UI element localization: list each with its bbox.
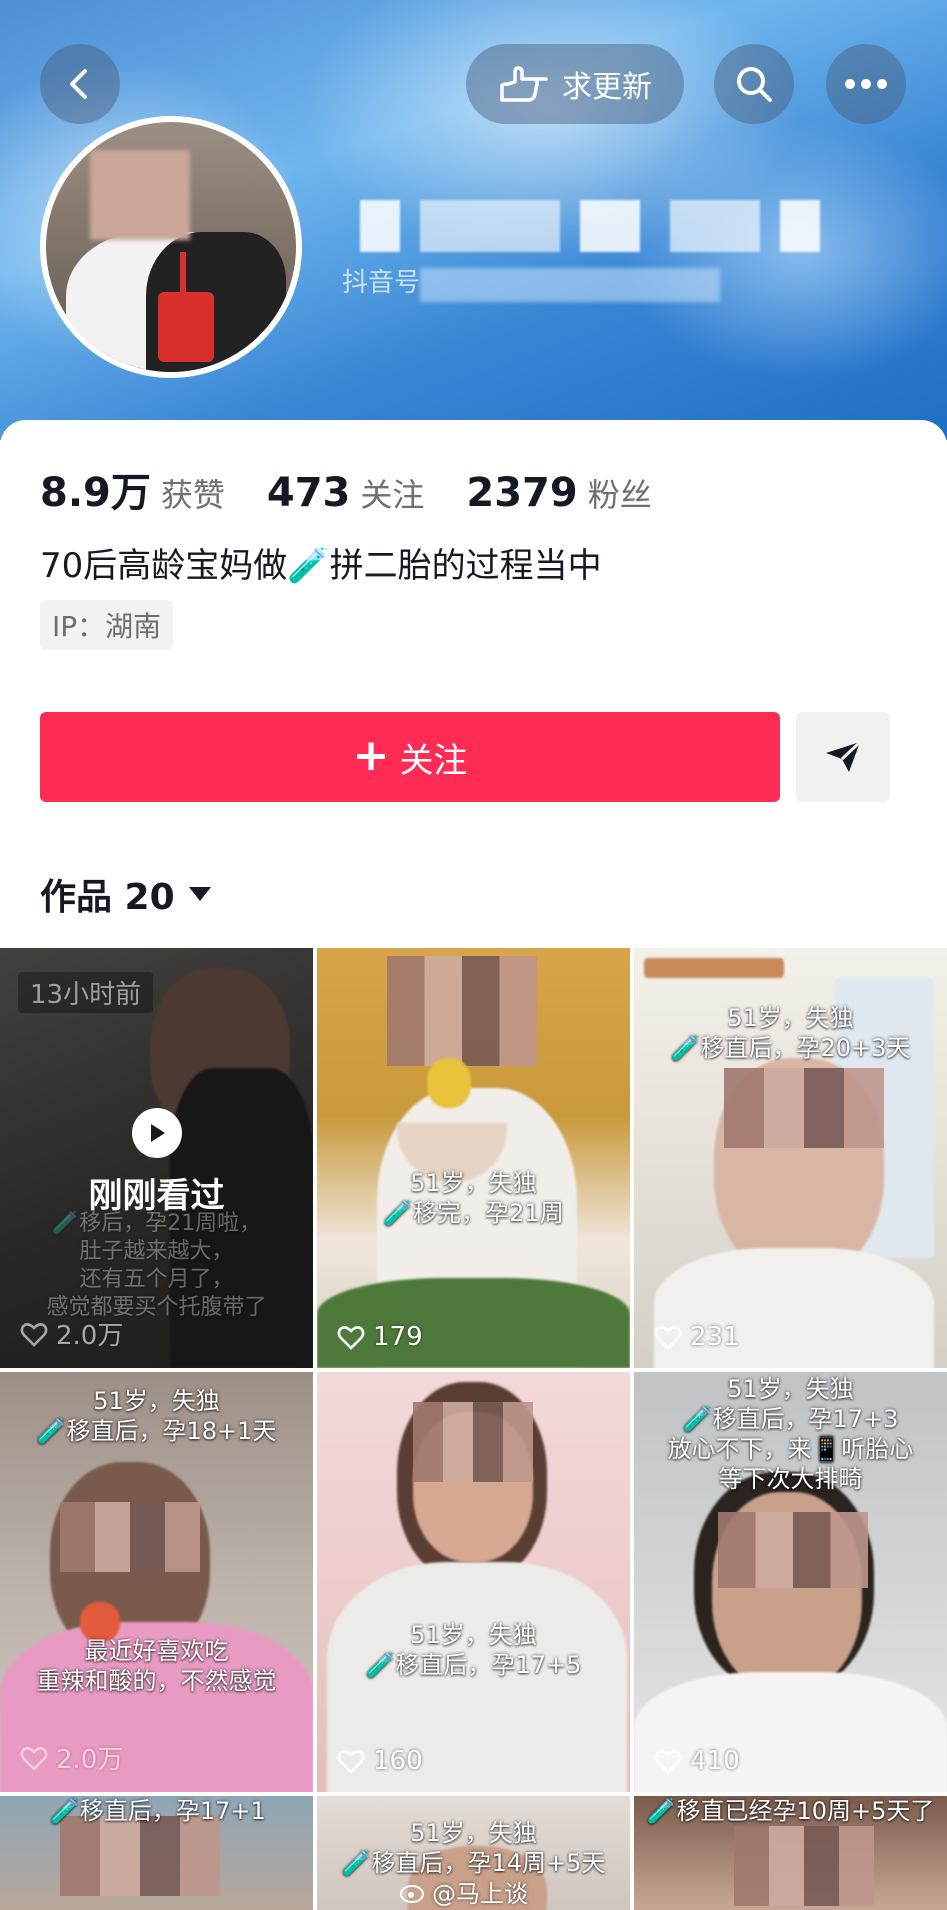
profile-banner: 求更新 抖音号 <box>0 0 947 440</box>
video-tile[interactable]: 🧪移直已经孕10周+5天了 <box>634 1796 947 1910</box>
like-count-value: 160 <box>373 1746 423 1776</box>
blurred-face <box>90 150 190 240</box>
stat-label: 关注 <box>360 476 425 514</box>
pointing-hand-icon <box>500 66 548 102</box>
blurred-face <box>734 1826 874 1906</box>
request-update-button[interactable]: 求更新 <box>466 44 684 124</box>
like-count: 2.0万 <box>20 1739 123 1776</box>
video-caption: 51岁，失独 🧪移直后，孕14周+5天 <box>341 1819 606 1877</box>
back-button[interactable] <box>40 44 120 124</box>
heart-icon <box>337 1326 365 1350</box>
video-tile[interactable]: 51岁，失独 🧪移直后，孕17+3 放心不下，来📱听胎心 等下次大排畸 410 <box>634 1372 947 1792</box>
works-tab[interactable]: 作品 20 <box>40 868 211 920</box>
stat-following[interactable]: 473 关注 <box>267 470 425 516</box>
like-count-value: 179 <box>373 1322 423 1352</box>
video-tile[interactable]: 🧪移直后，孕17+1 <box>0 1796 313 1910</box>
video-caption: 🧪移直后，孕17+1 <box>50 1797 266 1825</box>
share-button[interactable] <box>796 712 890 802</box>
blurred-face <box>718 1512 868 1588</box>
stat-likes: 8.9万 获赞 <box>40 460 225 518</box>
heart-icon <box>654 1750 682 1774</box>
video-caption: 51岁，失独 🧪移直后，孕18+1天 <box>36 1387 277 1445</box>
weibo-icon <box>400 1884 424 1903</box>
search-icon <box>737 67 772 102</box>
send-icon <box>826 740 862 772</box>
douyin-id-label: 抖音号 <box>342 268 421 298</box>
video-tile[interactable]: 51岁，失独 🧪移直后，孕20+3天 231 <box>634 948 947 1368</box>
blurred-face <box>387 956 537 1066</box>
more-dots-icon <box>845 79 887 89</box>
profile-stats: 8.9万 获赞 473 关注 2379 粉丝 <box>40 460 694 518</box>
video-grid: 13小时前 刚刚看过 🧪移后，孕21周啦， 肚子越来越大， 还有五个月了， 感觉… <box>0 948 947 1910</box>
stat-value: 2379 <box>466 470 578 516</box>
like-count-value: 410 <box>690 1746 740 1776</box>
follow-label: 关注 <box>399 740 468 781</box>
video-tile[interactable]: 13小时前 刚刚看过 🧪移后，孕21周啦， 肚子越来越大， 还有五个月了， 感觉… <box>0 948 313 1368</box>
like-count-value: 2.0万 <box>56 1745 124 1775</box>
request-update-label: 求更新 <box>562 70 652 105</box>
stat-label: 获赞 <box>160 476 225 514</box>
blurred-face <box>724 1068 884 1148</box>
stat-value: 473 <box>266 470 351 516</box>
like-count-value: 2.0万 <box>56 1321 124 1351</box>
heart-icon <box>20 1746 48 1771</box>
video-time-tag: 13小时前 <box>18 972 154 1013</box>
heart-icon <box>654 1326 682 1350</box>
blurred-face <box>60 1502 200 1572</box>
avatar[interactable] <box>40 116 302 378</box>
play-icon <box>132 1108 182 1158</box>
more-button[interactable] <box>826 44 906 124</box>
plus-icon: + <box>352 729 390 781</box>
video-caption: 51岁，失独 🧪移完，孕21周 <box>383 1169 564 1227</box>
like-count-value: 231 <box>690 1322 740 1352</box>
ip-location-tag: IP：湖南 <box>40 600 174 650</box>
blurred-username <box>300 190 820 260</box>
heart-icon <box>337 1750 365 1774</box>
video-caption: 🧪移后，孕21周啦， 肚子越来越大， 还有五个月了， 感觉都要买个托腹带了 <box>46 1211 267 1320</box>
blurred-face <box>413 1402 533 1482</box>
stat-label: 粉丝 <box>587 476 652 514</box>
video-caption: 最近好喜欢吃 重辣和酸的，不然感觉 <box>36 1637 277 1695</box>
works-label: 作品 20 <box>40 877 175 918</box>
like-count: 410 <box>654 1746 740 1776</box>
like-count: 179 <box>337 1322 423 1352</box>
weibo-watermark: @马上谈 <box>400 1874 528 1909</box>
caret-down-icon <box>188 887 211 901</box>
blurred-face <box>60 1816 220 1896</box>
search-button[interactable] <box>714 44 794 124</box>
heart-icon <box>20 1322 48 1347</box>
profile-panel: 8.9万 获赞 473 关注 2379 粉丝 70后高龄宝妈做🧪拼二胎的过程当中… <box>0 420 947 950</box>
video-caption: 🧪移直已经孕10周+5天了 <box>646 1797 935 1825</box>
video-caption: 51岁，失独 🧪移直后，孕20+3天 <box>670 1004 911 1062</box>
watermark-text: @马上谈 <box>432 1880 528 1908</box>
like-count: 231 <box>654 1322 740 1352</box>
blurred-douyin-id <box>420 268 720 302</box>
stat-followers[interactable]: 2379 粉丝 <box>466 470 651 516</box>
profile-bio: 70后高龄宝妈做🧪拼二胎的过程当中 <box>40 546 602 586</box>
like-count: 160 <box>337 1746 423 1776</box>
video-caption: 51岁，失独 🧪移直后，孕17+3 放心不下，来📱听胎心 等下次大排畸 <box>667 1375 914 1493</box>
like-count: 2.0万 <box>20 1315 123 1352</box>
video-tile[interactable]: 51岁，失独 🧪移完，孕21周 179 <box>317 948 630 1368</box>
video-caption: 51岁，失独 🧪移直后，孕17+5 <box>365 1621 582 1679</box>
chevron-left-icon <box>70 69 87 99</box>
video-tile[interactable]: 51岁，失独 🧪移直后，孕18+1天 最近好喜欢吃 重辣和酸的，不然感觉 2.0… <box>0 1372 313 1792</box>
follow-button[interactable]: + 关注 <box>40 712 780 802</box>
video-tile[interactable]: 51岁，失独 🧪移直后，孕17+5 160 <box>317 1372 630 1792</box>
stat-value: 8.9万 <box>40 470 151 516</box>
